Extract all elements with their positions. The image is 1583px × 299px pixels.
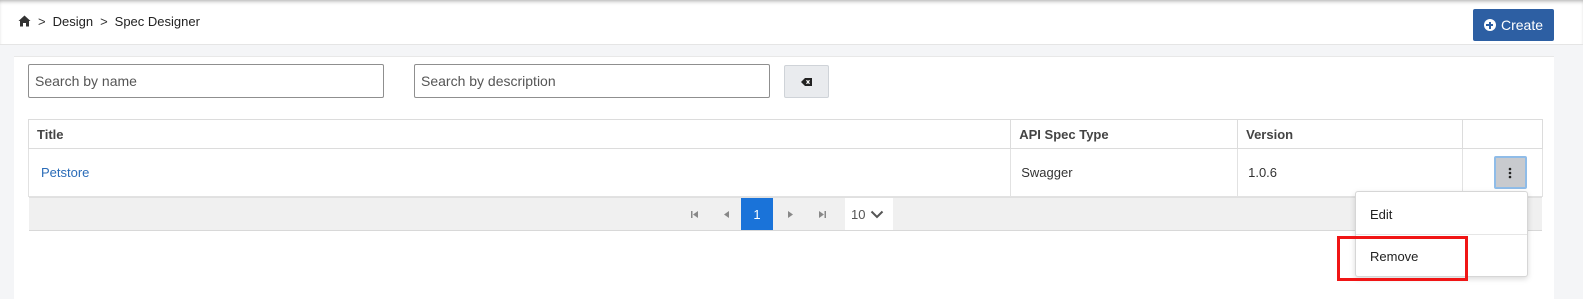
spec-list-panel: Title API Spec Type Version Petstore Swa… bbox=[14, 56, 1554, 299]
row-actions-menu: Edit Remove bbox=[1355, 191, 1528, 277]
row-actions-button[interactable] bbox=[1493, 156, 1527, 189]
breadcrumb-separator: > bbox=[100, 13, 108, 29]
column-header-api-spec-type[interactable]: API Spec Type bbox=[1010, 119, 1239, 149]
column-header-actions bbox=[1461, 119, 1544, 149]
last-page-button[interactable] bbox=[811, 198, 833, 230]
page-size-value: 10 bbox=[851, 206, 866, 222]
create-button-label: Create bbox=[1500, 17, 1544, 33]
first-page-icon bbox=[690, 210, 698, 218]
spec-title-link[interactable]: Petstore bbox=[39, 165, 89, 180]
spec-table: Title API Spec Type Version Petstore Swa… bbox=[27, 119, 1544, 197]
table-row: Petstore Swagger 1.0.6 bbox=[27, 148, 1544, 197]
cell-actions bbox=[1461, 148, 1544, 197]
previous-page-button[interactable] bbox=[715, 198, 737, 230]
column-header-title[interactable]: Title bbox=[27, 119, 1012, 149]
create-button[interactable]: Create bbox=[1473, 9, 1554, 41]
breadcrumb: > Design > Spec Designer bbox=[18, 12, 200, 30]
previous-page-icon bbox=[723, 210, 729, 218]
chevron-down-icon bbox=[871, 210, 884, 218]
menu-item-remove[interactable]: Remove bbox=[1356, 236, 1527, 276]
search-by-description-input[interactable] bbox=[414, 64, 770, 98]
page-size-select[interactable]: 10 bbox=[845, 198, 893, 230]
first-page-button[interactable] bbox=[683, 198, 705, 230]
breadcrumb-item-spec-designer: Spec Designer bbox=[114, 13, 200, 29]
top-bar: > Design > Spec Designer Create bbox=[0, 0, 1583, 45]
current-page-button[interactable]: 1 bbox=[741, 198, 773, 230]
next-page-icon bbox=[787, 210, 793, 218]
kebab-vertical-icon bbox=[1509, 167, 1512, 178]
breadcrumb-item-design[interactable]: Design bbox=[53, 14, 93, 29]
plus-circle-icon bbox=[1483, 19, 1496, 31]
breadcrumb-separator: > bbox=[38, 13, 46, 29]
clear-filters-button[interactable] bbox=[784, 65, 829, 98]
eraser-icon bbox=[801, 77, 812, 86]
cell-version: 1.0.6 bbox=[1237, 148, 1463, 197]
column-header-version[interactable]: Version bbox=[1237, 119, 1463, 149]
home-icon[interactable] bbox=[18, 15, 31, 27]
cell-title: Petstore bbox=[27, 148, 1012, 197]
search-by-name-input[interactable] bbox=[28, 64, 384, 98]
last-page-icon bbox=[818, 210, 826, 218]
cell-api-spec-type: Swagger bbox=[1010, 148, 1239, 197]
menu-item-edit[interactable]: Edit bbox=[1356, 194, 1527, 234]
pagination-bar: 1 10 bbox=[29, 197, 1542, 231]
table-header-row: Title API Spec Type Version bbox=[27, 119, 1544, 149]
menu-divider bbox=[1356, 234, 1527, 235]
next-page-button[interactable] bbox=[779, 198, 801, 230]
